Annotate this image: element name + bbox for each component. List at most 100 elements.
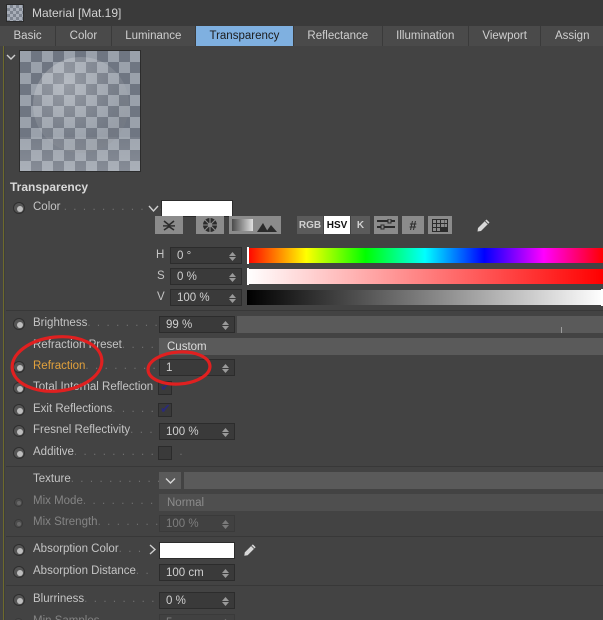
color-radio[interactable] xyxy=(13,202,25,214)
mix-strength-input[interactable]: 100 % xyxy=(159,515,235,532)
channel-row-v: V 100 % xyxy=(0,288,603,309)
brightness-spinner[interactable] xyxy=(221,318,230,333)
additive-checkbox[interactable] xyxy=(158,446,172,460)
color-sliders-icon[interactable] xyxy=(155,216,183,234)
row-refraction-preset: Refraction Preset. . . . . . Custom xyxy=(0,336,603,357)
row-absorption-distance: Absorption Distance. . 100 cm xyxy=(0,562,603,583)
total-internal-reflection-radio[interactable] xyxy=(13,382,25,394)
refraction-preset-combo[interactable]: Custom xyxy=(159,338,603,355)
tab-basic[interactable]: Basic xyxy=(0,26,57,46)
hue-gradient-slider[interactable] xyxy=(247,247,603,264)
row-refraction: Refraction. . . . . . . . . . . . 1 xyxy=(0,357,603,378)
window-titlebar: Material [Mat.19] xyxy=(0,0,603,26)
tab-color[interactable]: Color xyxy=(56,26,112,46)
divider-4 xyxy=(6,585,603,586)
brightness-input[interactable]: 99 % xyxy=(159,316,235,333)
exit-reflections-checkbox[interactable] xyxy=(158,401,172,417)
absorption-distance-radio[interactable] xyxy=(13,566,25,578)
tab-illumination[interactable]: Illumination xyxy=(382,26,469,46)
refraction-spinner[interactable] xyxy=(221,361,230,376)
blurriness-input[interactable]: 0 % xyxy=(159,592,235,609)
brightness-slider[interactable] xyxy=(237,316,603,333)
channel-s-spinner[interactable] xyxy=(228,270,237,285)
saturation-gradient-slider[interactable] xyxy=(247,268,603,285)
exit-reflections-label: Exit Reflections. . . . . . . xyxy=(33,403,175,415)
material-tabbar: Basic Color Luminance Transparency Refle… xyxy=(0,26,603,46)
mix-strength-radio[interactable] xyxy=(14,519,23,528)
fresnel-reflectivity-radio[interactable] xyxy=(13,425,25,437)
row-brightness: Brightness. . . . . . . . . . . 99 % xyxy=(0,314,603,335)
color-mode-hsv-button[interactable]: HSV xyxy=(324,216,350,234)
chevron-down-icon[interactable] xyxy=(6,52,16,62)
divider-3 xyxy=(6,536,603,537)
color-mode-rgb-button[interactable]: RGB xyxy=(297,216,323,234)
saturation-cursor xyxy=(247,268,249,285)
refraction-radio[interactable] xyxy=(13,361,25,373)
color-mixer-icon[interactable] xyxy=(374,216,398,234)
color-wheel-icon[interactable] xyxy=(196,216,224,234)
blurriness-radio[interactable] xyxy=(13,594,25,606)
absorption-color-expand-chevron-icon[interactable] xyxy=(148,544,157,555)
section-title-transparency: Transparency xyxy=(10,180,89,194)
texture-path-input[interactable] xyxy=(184,472,603,489)
fresnel-reflectivity-input[interactable]: 100 % xyxy=(159,423,235,440)
color-label: Color . . . . . . . . . . . xyxy=(33,201,165,213)
color-expand-chevron-icon[interactable] xyxy=(148,203,159,214)
row-blurriness: Blurriness. . . . . . . . . . . 0 % xyxy=(0,590,603,611)
min-samples-spinner[interactable] xyxy=(221,616,230,620)
color-hex-icon[interactable]: # xyxy=(402,216,424,234)
mix-strength-spinner[interactable] xyxy=(221,517,230,532)
mix-mode-combo[interactable]: Normal xyxy=(159,494,603,511)
color-swatches-icon[interactable] xyxy=(428,216,452,234)
exit-reflections-radio[interactable] xyxy=(13,404,25,416)
color-swatch[interactable] xyxy=(161,200,233,217)
mix-strength-label: Mix Strength. . . . . . . . . xyxy=(33,516,180,528)
mix-mode-radio[interactable] xyxy=(14,498,23,507)
channel-row-h: H 0 ° xyxy=(0,246,603,267)
tab-reflectance[interactable]: Reflectance xyxy=(293,26,383,46)
channel-input-v[interactable]: 100 % xyxy=(170,289,242,306)
fresnel-reflectivity-label: Fresnel Reflectivity. . . . xyxy=(33,424,164,436)
row-fresnel-reflectivity: Fresnel Reflectivity. . . . 100 % xyxy=(0,421,603,442)
absorption-color-eyedropper-icon[interactable] xyxy=(241,542,258,559)
min-samples-label: Min Samples. . . . . . . . xyxy=(33,615,171,620)
row-exit-reflections: Exit Reflections. . . . . . . xyxy=(0,400,603,421)
color-picture-icon[interactable] xyxy=(253,216,281,234)
value-gradient-slider[interactable] xyxy=(247,289,603,306)
divider-1 xyxy=(6,310,603,311)
fresnel-reflectivity-spinner[interactable] xyxy=(221,425,230,440)
tab-transparency[interactable]: Transparency xyxy=(195,26,294,46)
texture-dropdown-button[interactable] xyxy=(159,472,181,489)
refraction-input[interactable]: 1 xyxy=(159,359,235,376)
min-samples-input[interactable]: 5 xyxy=(159,614,235,620)
channel-label-v: V xyxy=(157,291,165,303)
channel-input-h[interactable]: 0 ° xyxy=(170,247,242,264)
chevron-down-icon xyxy=(165,478,175,484)
brightness-slider-knob[interactable] xyxy=(561,327,562,333)
row-mix-strength: Mix Strength. . . . . . . . . 100 % xyxy=(0,513,603,534)
brightness-radio[interactable] xyxy=(13,318,25,330)
absorption-distance-label: Absorption Distance. . xyxy=(33,565,151,577)
material-preview[interactable] xyxy=(19,50,141,172)
absorption-distance-spinner[interactable] xyxy=(221,566,230,581)
channel-row-s: S 0 % xyxy=(0,267,603,288)
channel-h-spinner[interactable] xyxy=(228,249,237,264)
channel-v-spinner[interactable] xyxy=(228,291,237,306)
total-internal-reflection-checkbox[interactable] xyxy=(158,379,172,395)
channel-input-s[interactable]: 0 % xyxy=(170,268,242,285)
absorption-color-swatch[interactable] xyxy=(159,542,235,559)
absorption-color-radio[interactable] xyxy=(13,544,25,556)
tab-luminance[interactable]: Luminance xyxy=(111,26,196,46)
additive-radio[interactable] xyxy=(13,447,25,459)
channel-label-h: H xyxy=(156,249,165,261)
material-editor-window: Material [Mat.19] Basic Color Luminance … xyxy=(0,0,603,620)
color-mode-k-button[interactable]: K xyxy=(351,216,370,234)
absorption-distance-input[interactable]: 100 cm xyxy=(159,564,235,581)
tab-assign[interactable]: Assign xyxy=(541,26,603,46)
color-eyedropper-icon[interactable] xyxy=(474,217,492,235)
blurriness-spinner[interactable] xyxy=(221,594,230,609)
row-absorption-color: Absorption Color. . . xyxy=(0,540,603,561)
hue-cursor xyxy=(247,247,249,264)
tab-viewport[interactable]: Viewport xyxy=(468,26,542,46)
row-texture: Texture. . . . . . . . . . . . . xyxy=(0,470,603,491)
